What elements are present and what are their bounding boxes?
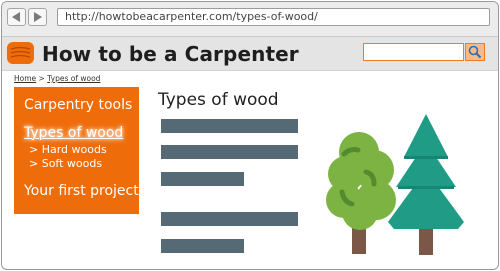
text-placeholder-line xyxy=(161,239,244,253)
browser-toolbar: http://howtobeacarpenter.com/types-of-wo… xyxy=(2,2,498,37)
back-button[interactable] xyxy=(7,8,26,26)
sidebar-nav: Carpentry tools Types of wood > Hard woo… xyxy=(14,87,139,214)
breadcrumb-separator: > xyxy=(38,74,45,83)
text-placeholder-line xyxy=(161,119,298,133)
forward-button[interactable] xyxy=(28,8,47,26)
browser-window: http://howtobeacarpenter.com/types-of-wo… xyxy=(1,1,499,270)
search-input[interactable] xyxy=(363,43,464,61)
sidebar-item-your-first-project[interactable]: Your first project xyxy=(24,183,139,199)
text-placeholder-line xyxy=(161,212,298,226)
breadcrumb: Home > Types of wood xyxy=(14,74,100,83)
address-bar[interactable]: http://howtobeacarpenter.com/types-of-wo… xyxy=(57,8,490,26)
back-arrow-icon xyxy=(12,12,20,22)
trees-illustration xyxy=(326,114,464,255)
deciduous-tree-icon xyxy=(326,132,396,254)
sidebar-item-carpentry-tools[interactable]: Carpentry tools xyxy=(24,97,132,113)
site-title[interactable]: How to be a Carpenter xyxy=(42,42,299,66)
breadcrumb-home-link[interactable]: Home xyxy=(14,74,36,83)
search-button[interactable] xyxy=(465,43,485,61)
text-placeholder-line xyxy=(161,145,298,159)
magnifier-icon xyxy=(468,45,482,59)
sidebar-item-types-of-wood[interactable]: Types of wood xyxy=(24,125,123,141)
text-placeholder-line xyxy=(161,172,244,186)
pine-tree-icon xyxy=(388,114,464,255)
sidebar-subitem-soft-woods[interactable]: > Soft woods xyxy=(29,157,102,170)
forward-arrow-icon xyxy=(34,12,42,22)
site-header: How to be a Carpenter xyxy=(2,37,498,71)
wood-log-icon[interactable] xyxy=(7,42,34,64)
breadcrumb-current-link[interactable]: Types of wood xyxy=(47,74,100,83)
sidebar-subitem-hard-woods[interactable]: > Hard woods xyxy=(29,143,107,156)
page-title: Types of wood xyxy=(158,90,279,110)
